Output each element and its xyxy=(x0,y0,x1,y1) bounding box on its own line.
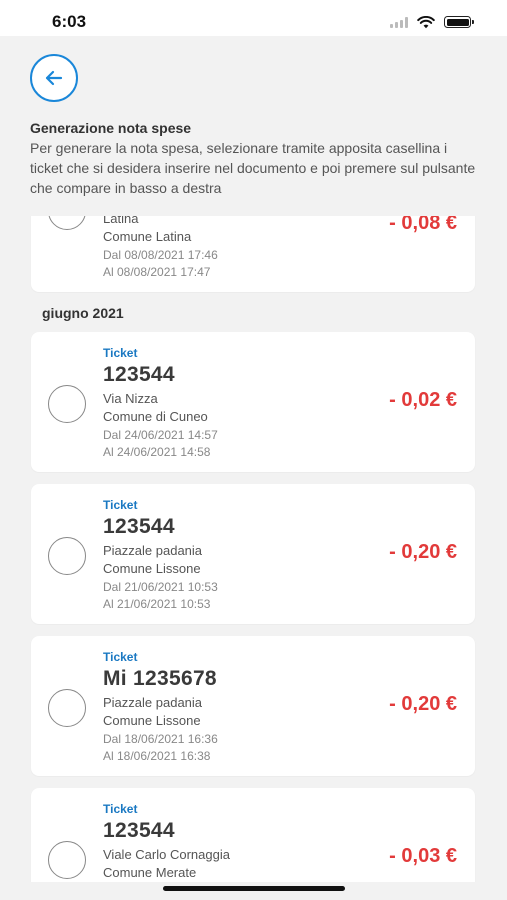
ticket-from-date: Dal 24/06/2021 14:57 xyxy=(103,428,218,442)
ticket-city: Comune Lissone xyxy=(103,561,201,576)
ticket-to-date: Al 18/06/2021 16:38 xyxy=(103,749,211,763)
battery-icon xyxy=(444,16,474,28)
ticket-from-date: Dal 21/06/2021 10:53 xyxy=(103,580,218,594)
radio-unchecked-icon[interactable] xyxy=(48,216,86,230)
ticket-type-label: Ticket xyxy=(103,802,138,816)
ticket-address: Viale Carlo Cornaggia xyxy=(103,847,230,862)
ticket-card[interactable]: Ticket 123544 Viale Carlo Cornaggia Comu… xyxy=(31,788,475,882)
ticket-number: Mi 1235678 xyxy=(103,667,217,690)
ticket-city: Comune Merate xyxy=(103,865,197,880)
ticket-amount: - 0,03 € xyxy=(389,845,457,867)
ticket-city: Comune Lissone xyxy=(103,713,201,728)
wifi-icon xyxy=(417,15,435,28)
ticket-number: 123544 xyxy=(103,515,175,538)
status-icons xyxy=(390,14,474,30)
radio-unchecked-icon[interactable] xyxy=(48,841,86,879)
ticket-number: 123544 xyxy=(103,819,175,842)
ticket-to-date: Al 08/08/2021 17:47 xyxy=(103,265,211,279)
ticket-to-date: Al 21/06/2021 10:53 xyxy=(103,597,211,611)
ticket-card[interactable]: Ticket Mi 1235678 Piazzale padania Comun… xyxy=(31,636,475,776)
status-time: 6:03 xyxy=(52,12,87,31)
ticket-amount: - 0,20 € xyxy=(389,693,457,715)
ticket-card[interactable]: Ticket 123544 Via Nizza Comune di Cuneo … xyxy=(31,332,475,472)
home-indicator[interactable] xyxy=(163,886,345,891)
ticket-city: Comune di Cuneo xyxy=(103,409,208,424)
ticket-number: 123544 xyxy=(103,363,175,386)
ticket-to-date: Al 24/06/2021 14:58 xyxy=(103,445,211,459)
ticket-selection-screen: Generazione nota spese Per generare la n… xyxy=(0,36,507,900)
ticket-amount: - 0,02 € xyxy=(389,389,457,411)
ticket-address: Latina xyxy=(103,216,139,226)
month-header: giugno 2021 xyxy=(42,305,124,321)
instructions-text: Per generare la nota spesa, selezionare … xyxy=(30,140,476,196)
ticket-card[interactable]: Latina Comune Latina Dal 08/08/2021 17:4… xyxy=(31,216,475,292)
radio-unchecked-icon[interactable] xyxy=(48,385,86,423)
ticket-amount: - 0,08 € xyxy=(389,216,457,234)
radio-unchecked-icon[interactable] xyxy=(48,537,86,575)
ticket-address: Via Nizza xyxy=(103,391,158,406)
ticket-type-label: Ticket xyxy=(103,346,138,360)
ticket-card[interactable]: Ticket 123544 Piazzale padania Comune Li… xyxy=(31,484,475,624)
ticket-from-date: Dal 18/06/2021 16:36 xyxy=(103,732,218,746)
ticket-amount: - 0,20 € xyxy=(389,541,457,563)
ticket-address: Piazzale padania xyxy=(103,543,203,558)
ticket-address: Piazzale padania xyxy=(103,695,203,710)
ticket-city: Comune Latina xyxy=(103,229,192,244)
arrow-left-icon xyxy=(45,70,63,86)
page-title: Generazione nota spese xyxy=(30,120,192,136)
cellular-signal-icon xyxy=(390,16,408,28)
ticket-type-label: Ticket xyxy=(103,498,138,512)
ticket-type-label: Ticket xyxy=(103,650,138,664)
ticket-from-date: Dal 08/08/2021 17:46 xyxy=(103,248,218,262)
intro-section: Generazione nota spese Per generare la n… xyxy=(30,118,480,198)
radio-unchecked-icon[interactable] xyxy=(48,689,86,727)
ticket-list[interactable]: Latina Comune Latina Dal 08/08/2021 17:4… xyxy=(0,216,507,882)
status-bar: 6:03 xyxy=(0,0,507,36)
back-button[interactable] xyxy=(30,54,78,102)
